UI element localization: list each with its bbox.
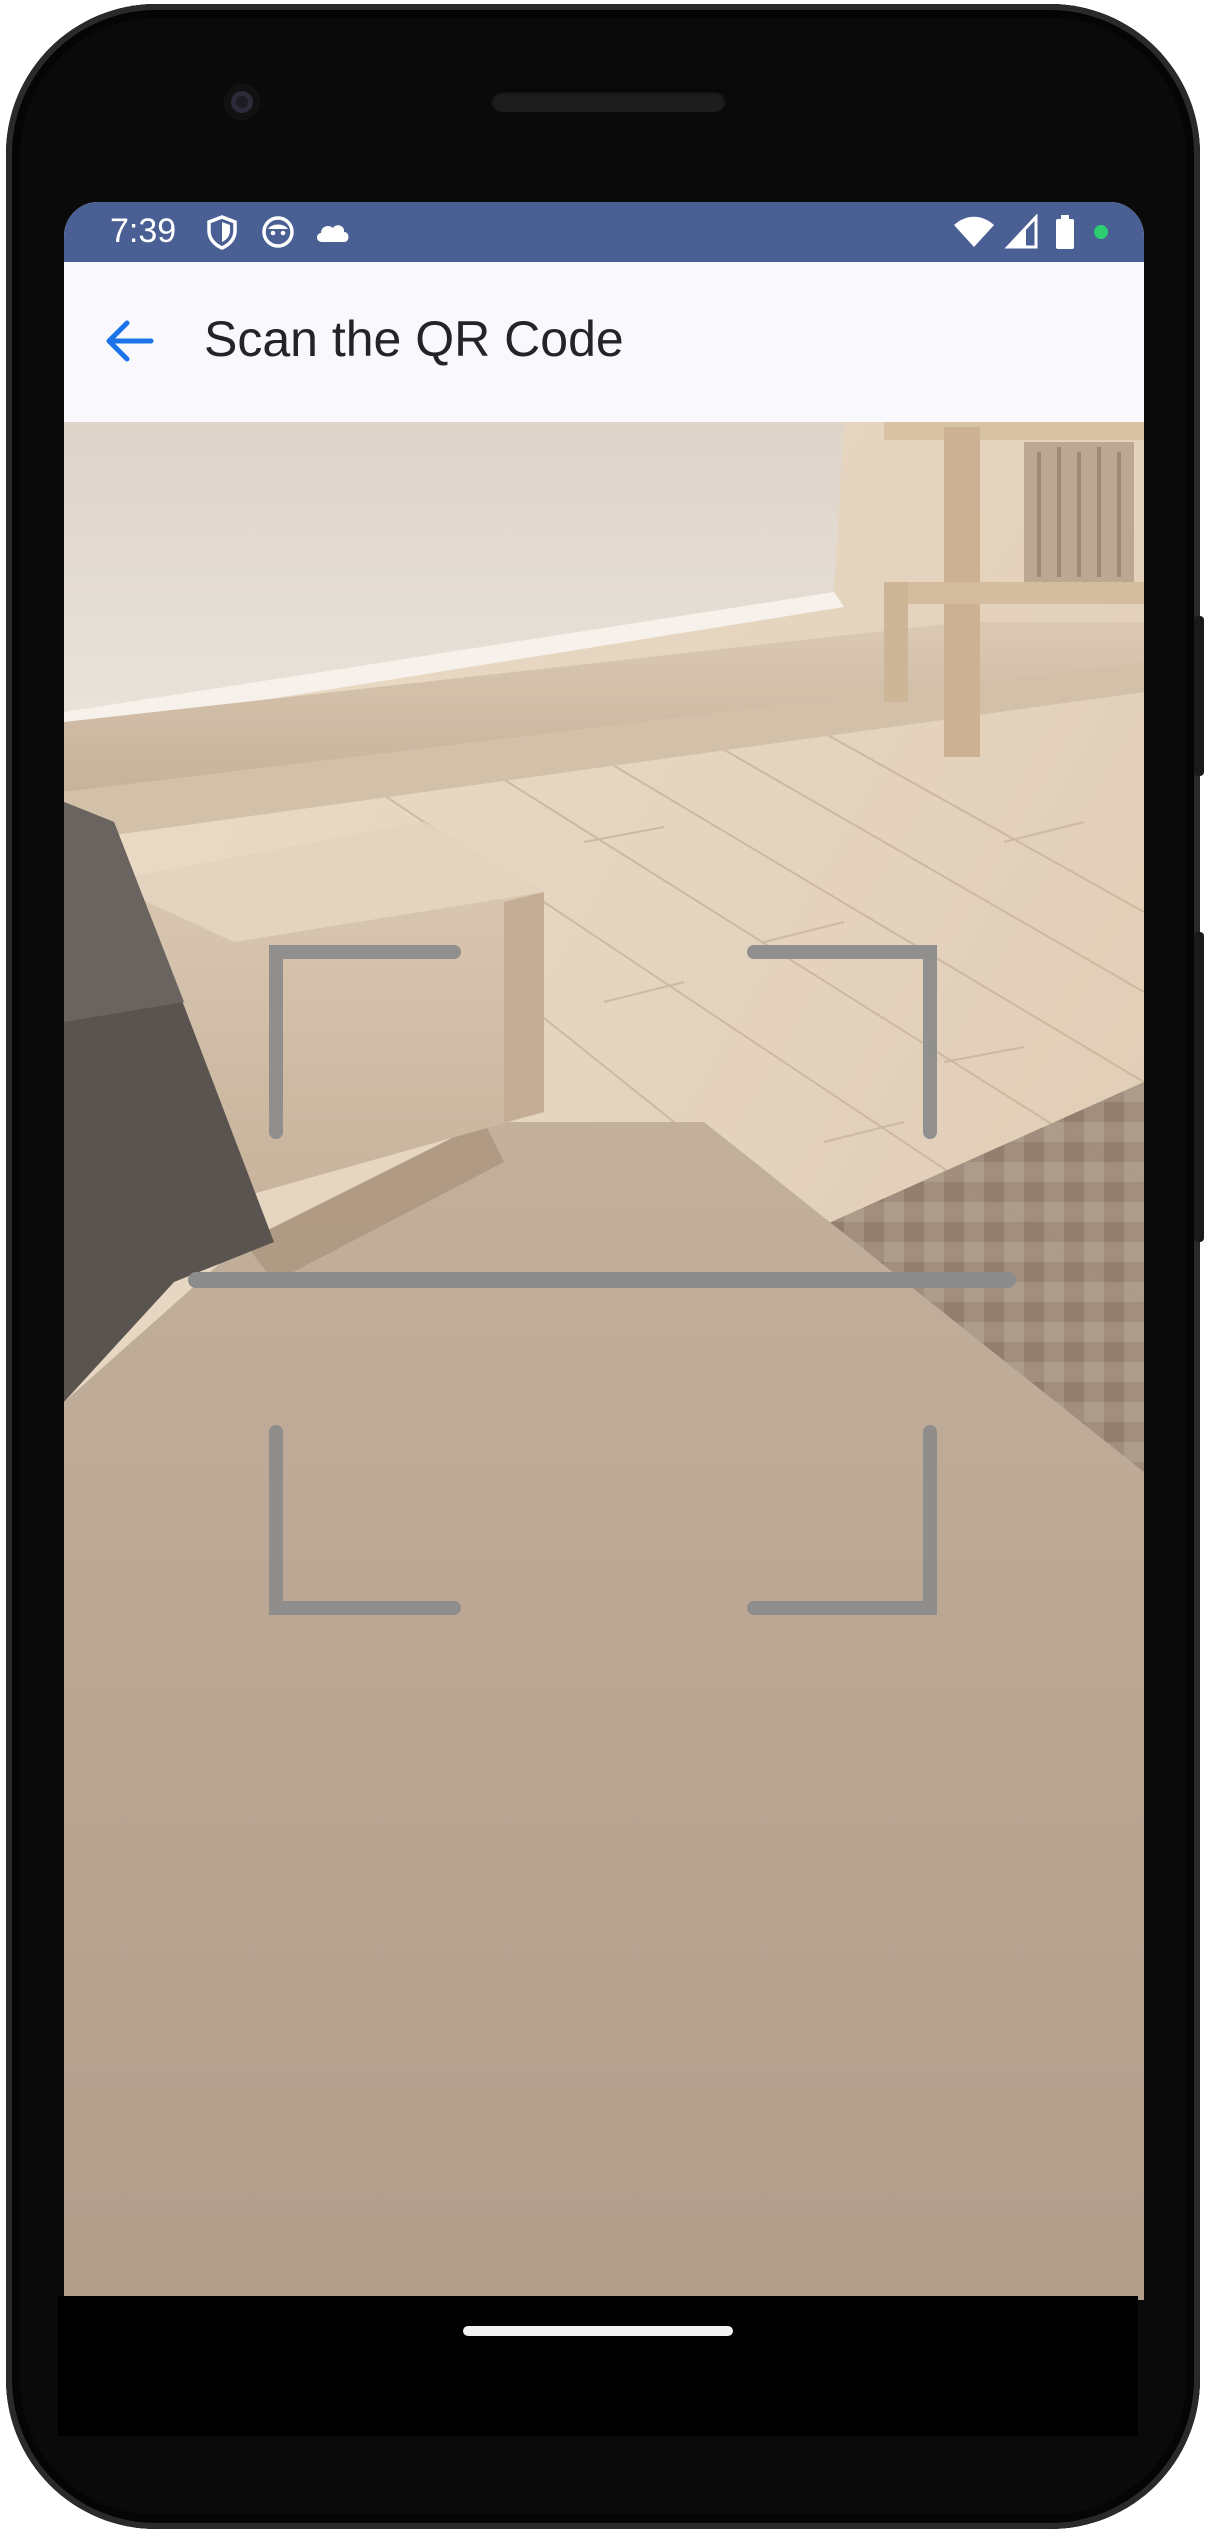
volume-button (1194, 932, 1204, 1242)
page-title: Scan the QR Code (204, 311, 624, 367)
shield-icon (204, 214, 240, 250)
earpiece-speaker (491, 90, 726, 112)
battery-icon (1054, 214, 1076, 250)
cloud-icon (312, 214, 352, 250)
screen: 7:39 Scan the QR Code (64, 202, 1144, 2300)
arrow-left-icon (101, 313, 157, 374)
front-camera-icon (224, 84, 260, 120)
viewfinder-corner-bottom-left (269, 1425, 461, 1615)
power-button (1194, 616, 1204, 776)
wifi-icon (952, 214, 996, 250)
navigation-bar (58, 2296, 1138, 2436)
face-icon (260, 214, 296, 250)
status-time: 7:39 (110, 212, 177, 250)
signal-icon (1004, 213, 1040, 250)
status-bar: 7:39 (64, 202, 1144, 262)
privacy-dot-icon (1094, 225, 1108, 239)
camera-preview (64, 422, 1144, 2300)
viewfinder-corner-top-left (269, 945, 461, 1139)
phone-frame: 7:39 Scan the QR Code (6, 4, 1204, 2529)
viewfinder-corner-bottom-right (747, 1425, 937, 1615)
viewfinder-corner-top-right (747, 945, 937, 1139)
app-bar: Scan the QR Code (64, 262, 1144, 422)
back-button[interactable] (94, 308, 164, 378)
home-indicator-icon[interactable] (463, 2326, 733, 2336)
